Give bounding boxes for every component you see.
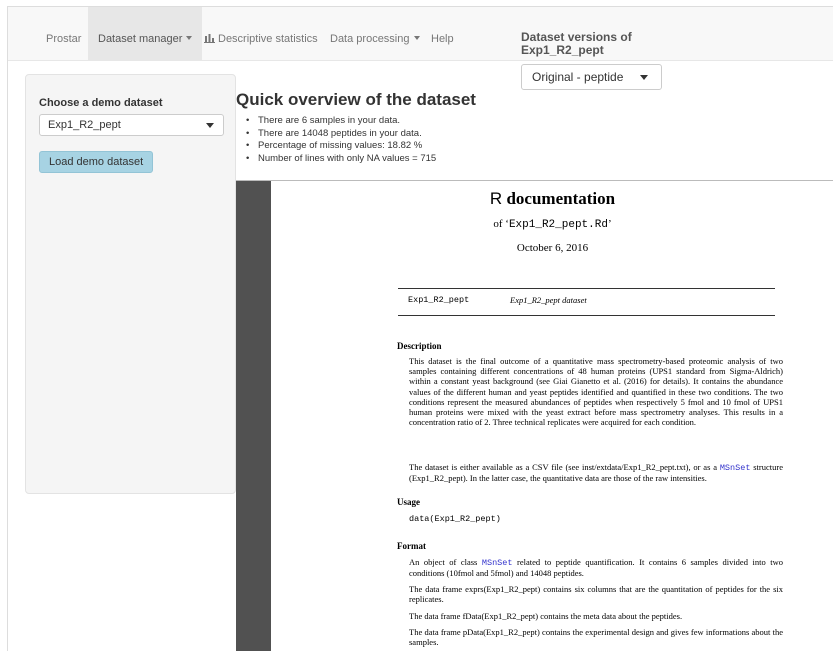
nav-item-dataset-manager[interactable]: Dataset manager [88,7,203,61]
bar-chart-icon [204,33,215,43]
navbar: Prostar Dataset manager Descriptive stat… [8,7,833,61]
nav-label: Data processing [330,33,410,45]
load-demo-dataset-button[interactable]: Load demo dataset [39,151,154,173]
caret-down-icon [413,36,420,41]
msnset-link[interactable]: MSnSet [720,463,751,473]
divider [398,315,775,316]
text: An object of class [409,557,482,567]
doc-subtitle-pre: of ‘ [493,218,509,230]
demo-dataset-label: Choose a demo dataset [39,97,163,109]
caret-down-icon [206,123,214,128]
format-paragraph-3: The data frame fData(Exp1_R2_pept) conta… [409,611,683,621]
text: The dataset is either available as a CSV… [409,462,720,472]
section-heading-format: Format [397,541,426,551]
description-paragraph-2: The dataset is either available as a CSV… [409,462,783,483]
nav-item-descriptive-statistics[interactable]: Descriptive statistics [194,7,328,61]
usage-code: data(Exp1_R2_pept) [409,514,501,524]
list-item: There are 14048 peptides in your data. [246,128,436,141]
description-paragraph: This dataset is the final outcome of a q… [409,356,783,428]
dataset-stats-list: There are 6 samples in your data. There … [246,115,436,165]
section-heading-description: Description [397,341,442,351]
list-item: Percentage of missing values: 18.82 % [246,140,436,153]
msnset-link[interactable]: MSnSet [482,558,513,568]
doc-title-rest: documentation [506,189,616,208]
format-paragraph-4: The data frame pData(Exp1_R2_pept) conta… [409,627,783,648]
caret-down-icon [186,36,193,41]
version-select-value: Original - peptide [532,70,624,84]
nav-item-prostar[interactable]: Prostar [36,7,91,61]
dataset-version-select[interactable]: Original - peptide [521,64,662,90]
divider [398,288,775,289]
doc-title: R documentation [271,189,833,209]
doc-subtitle-post: ’ [607,218,612,230]
doc-header-desc: Exp1_R2_pept dataset [510,295,587,305]
demo-dataset-select[interactable]: Exp1_R2_pept [39,114,224,136]
doc-title-r: R [489,189,503,208]
format-paragraph-1: An object of class MSnSet related to pep… [409,557,783,578]
list-item: There are 6 samples in your data. [246,115,436,128]
versions-title-line2: Exp1_R2_pept [521,43,604,57]
nav-item-help[interactable]: Help [421,7,464,61]
page-title: Quick overview of the dataset [236,90,476,109]
app-frame: Prostar Dataset manager Descriptive stat… [7,6,833,651]
doc-header-name: Exp1_R2_pept [408,295,470,305]
nav-label: Prostar [46,33,82,45]
nav-label: Descriptive statistics [218,33,318,45]
documentation-viewer[interactable]: R documentation of ‘Exp1_R2_pept.Rd’ Oct… [236,180,833,651]
nav-item-data-processing[interactable]: Data processing [320,7,430,61]
nav-label: Dataset manager [98,33,183,45]
caret-down-icon [640,75,648,80]
viewer-gutter [236,181,271,651]
dataset-versions-title: Dataset versions of Exp1_R2_pept [521,31,632,57]
list-item: Number of lines with only NA values = 71… [246,153,436,166]
doc-subtitle-file: Exp1_R2_pept.Rd [508,219,608,231]
doc-subtitle: of ‘Exp1_R2_pept.Rd’ [271,218,833,231]
sidebar-panel: Choose a demo dataset Exp1_R2_pept Load … [25,74,236,494]
documentation-page: R documentation of ‘Exp1_R2_pept.Rd’ Oct… [271,181,833,651]
nav-label: Help [431,33,454,45]
format-paragraph-2: The data frame exprs(Exp1_R2_pept) conta… [409,584,783,605]
demo-select-value: Exp1_R2_pept [48,119,121,131]
doc-date: October 6, 2016 [516,242,589,254]
section-heading-usage: Usage [397,497,420,507]
